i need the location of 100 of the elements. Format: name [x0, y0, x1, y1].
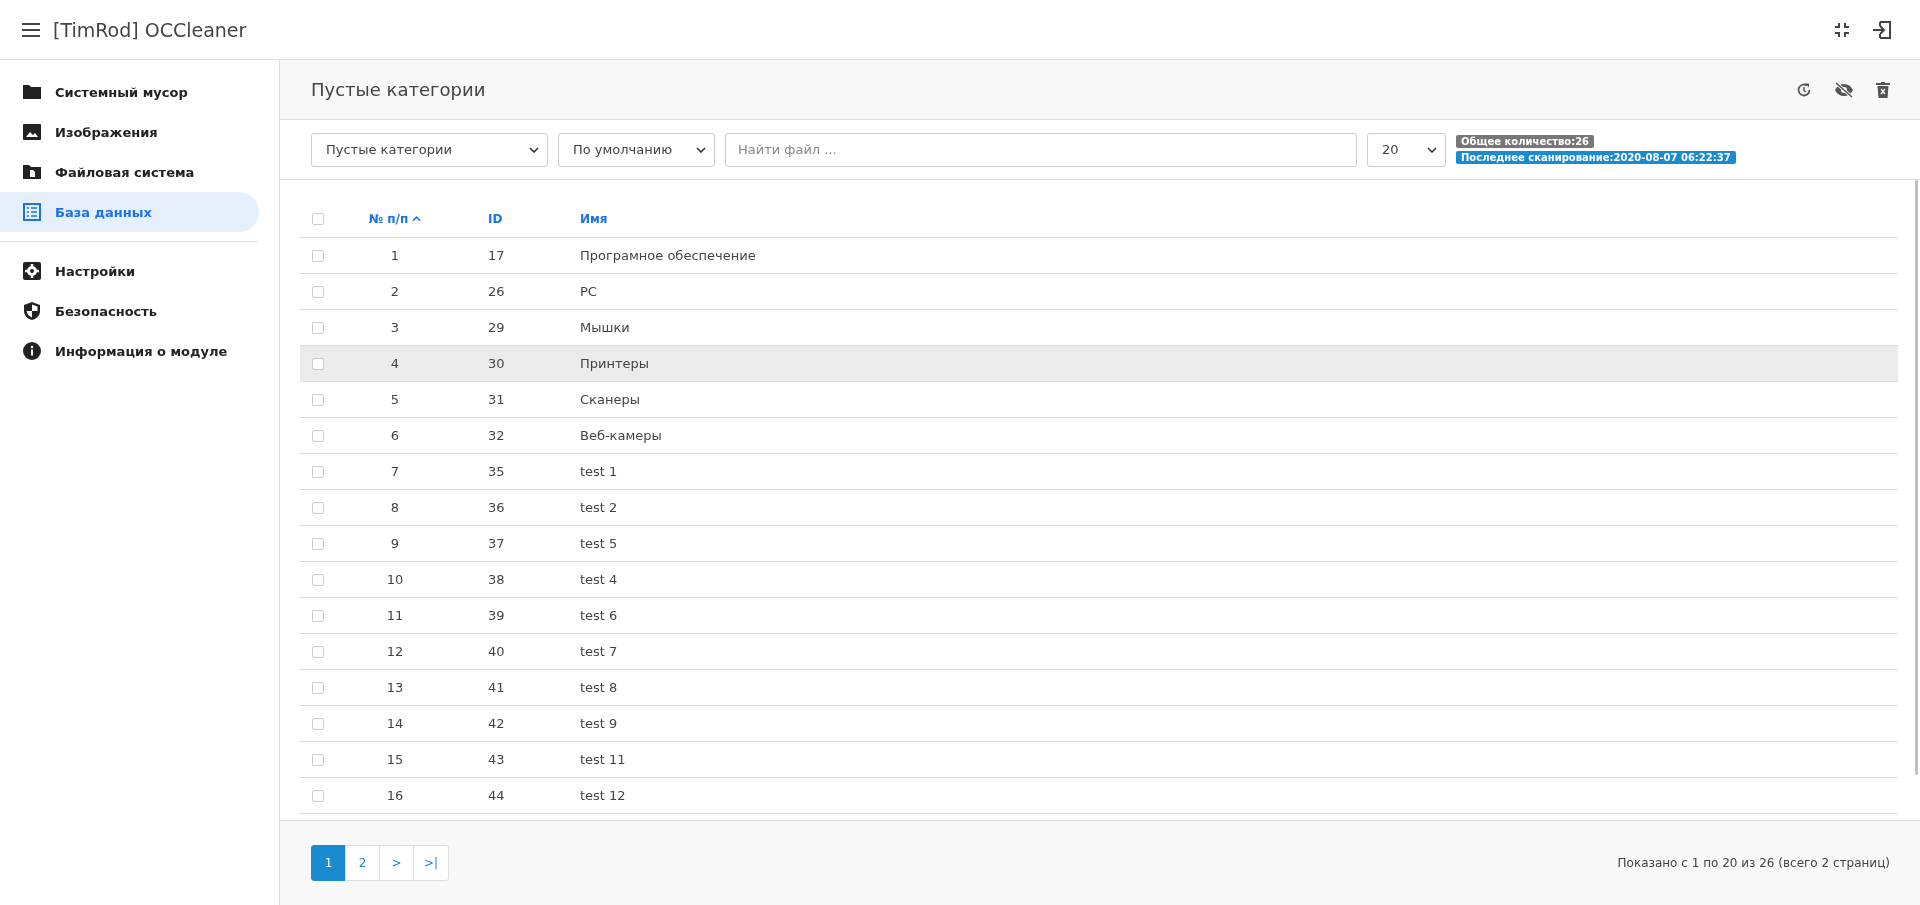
checkbox[interactable] [311, 429, 324, 442]
category-select[interactable]: Пустые категории [311, 132, 548, 167]
column-header[interactable]: Имя [580, 211, 608, 226]
table-cell: test 8 [580, 680, 618, 695]
checkbox[interactable] [311, 321, 324, 334]
page-title: Пустые категории [311, 79, 486, 100]
checkbox[interactable] [311, 357, 324, 370]
page-button[interactable]: >| [413, 845, 450, 881]
table-row[interactable]: 10 38 test 4 [300, 562, 1898, 598]
table-row[interactable]: 2 26 PC [300, 274, 1898, 310]
sidebar-item[interactable]: Изображения [0, 112, 259, 152]
sort-ascending-icon[interactable] [412, 215, 422, 222]
table-row[interactable]: 14 42 test 9 [300, 706, 1898, 742]
logout-icon[interactable] [1872, 19, 1892, 40]
sidebar-item[interactable]: Системный мусор [0, 72, 259, 112]
table-cell: Мышки [580, 320, 630, 335]
pagination-summary: Показано с 1 по 20 из 26 (всего 2 страниц) [1617, 856, 1890, 870]
table-row[interactable]: 11 39 test 6 [300, 598, 1898, 634]
table-cell: 11 [386, 608, 404, 623]
table-cell: 39 [488, 608, 505, 623]
table-cell: Веб-камеры [580, 428, 662, 443]
table-row[interactable]: 4 30 Принтеры [300, 346, 1898, 382]
table-cell: 5 [390, 392, 400, 407]
checkbox[interactable] [311, 537, 324, 550]
table-cell: 31 [488, 392, 505, 407]
menu-icon[interactable] [22, 22, 40, 37]
search-field[interactable]: Найти файл ... [725, 132, 1357, 167]
table-cell: 43 [488, 752, 505, 767]
checkbox[interactable] [311, 465, 324, 478]
table-row[interactable]: 1 17 Програмное обеспечение [300, 238, 1898, 274]
checkbox[interactable] [311, 645, 324, 658]
table-row[interactable]: 6 32 Веб-камеры [300, 418, 1898, 454]
delete-icon[interactable] [1876, 81, 1890, 98]
sidebar-item[interactable]: Настройки [0, 251, 259, 291]
table-cell: test 5 [580, 536, 618, 551]
table-cell: 1 [390, 248, 400, 263]
sidebar-item[interactable]: База данных [0, 192, 259, 232]
table-cell: 9 [390, 536, 400, 551]
table-row[interactable]: 13 41 test 8 [300, 670, 1898, 706]
chevron-icon [1427, 146, 1437, 153]
checkbox[interactable] [311, 393, 324, 406]
chevron-icon [529, 146, 539, 153]
table-row[interactable]: 8 36 test 2 [300, 490, 1898, 526]
page-button[interactable]: 2 [345, 845, 380, 881]
checkbox[interactable] [311, 609, 324, 622]
checkbox[interactable] [311, 501, 324, 514]
gear-icon [22, 261, 42, 281]
table-cell: 16 [386, 788, 404, 803]
checkbox[interactable] [311, 573, 324, 586]
sidebar-item[interactable]: Безопасность [0, 291, 259, 331]
list-icon [22, 202, 42, 222]
table-cell: 26 [488, 284, 505, 299]
table-cell: 15 [386, 752, 404, 767]
table-cell: test 4 [580, 572, 618, 587]
page-button[interactable]: > [379, 845, 414, 881]
table-cell: 35 [488, 464, 505, 479]
table-cell: 41 [488, 680, 505, 695]
table-cell: 32 [488, 428, 505, 443]
sidebar-item[interactable]: Файловая система [0, 152, 259, 192]
checkbox[interactable] [311, 717, 324, 730]
table-cell: 2 [390, 284, 400, 299]
hidden-eye-icon[interactable] [1834, 81, 1854, 98]
table-cell: 4 [390, 356, 400, 371]
page-button[interactable]: 1 [311, 845, 346, 881]
total-count-badge: Общее количество:26 [1456, 135, 1595, 148]
shield-icon [22, 301, 42, 321]
sort-select[interactable]: По умолчанию [558, 132, 715, 167]
table-cell: 40 [488, 644, 505, 659]
table-row[interactable]: 5 31 Сканеры [300, 382, 1898, 418]
table-cell: 37 [488, 536, 505, 551]
table-row[interactable]: 16 44 test 12 [300, 778, 1898, 814]
checkbox[interactable] [311, 753, 324, 766]
checkbox[interactable] [311, 212, 324, 225]
scrollbar[interactable] [1915, 180, 1918, 775]
checkbox[interactable] [311, 249, 324, 262]
table-cell: test 11 [580, 752, 626, 767]
last-scan-badge: Последнее сканирование:2020-08-07 06:22:37 [1456, 151, 1736, 164]
exit-fullscreen-icon[interactable] [1834, 21, 1850, 38]
sidebar-item[interactable]: Информация о модуле [0, 331, 259, 371]
table-cell: 42 [488, 716, 505, 731]
table-cell: 12 [386, 644, 404, 659]
checkbox[interactable] [311, 789, 324, 802]
table-row[interactable]: 12 40 test 7 [300, 634, 1898, 670]
column-header[interactable]: № п/п [368, 211, 409, 226]
table-row[interactable]: 7 35 test 1 [300, 454, 1898, 490]
table-cell: 10 [386, 572, 404, 587]
table-row[interactable]: 15 43 test 11 [300, 742, 1898, 778]
checkbox[interactable] [311, 285, 324, 298]
document-folder-icon [22, 162, 42, 182]
checkbox[interactable] [311, 681, 324, 694]
table-cell: 17 [488, 248, 505, 263]
table-row[interactable]: 9 37 test 5 [300, 526, 1898, 562]
table-cell: 44 [488, 788, 505, 803]
table-cell: 30 [488, 356, 505, 371]
table-cell: test 7 [580, 644, 618, 659]
table-cell: test 12 [580, 788, 626, 803]
table-cell: 3 [390, 320, 400, 335]
column-header[interactable]: ID [488, 211, 503, 226]
per-page-select[interactable]: 20 [1367, 132, 1446, 167]
refresh-icon[interactable] [1796, 81, 1812, 98]
